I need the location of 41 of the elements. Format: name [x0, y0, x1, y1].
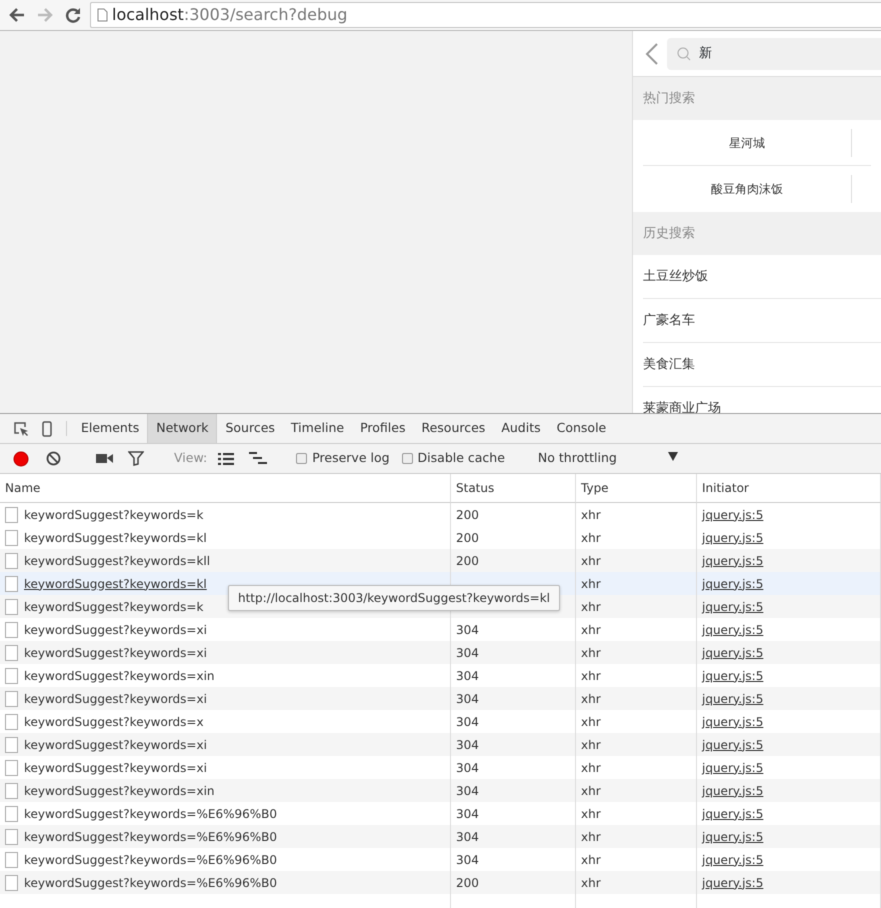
table-cell-text: xhr [581, 622, 601, 638]
table-cell-text: xhr [581, 576, 601, 592]
table-cell-text: 304 [456, 828, 479, 846]
table-cell-text: xhr [581, 644, 601, 662]
url-text: :3003/search?debug [184, 5, 348, 24]
table-cell-text: 200 [456, 874, 479, 892]
table-cell-text: 200 [456, 552, 479, 570]
table-cell-text: xhr [581, 530, 601, 546]
table-cell-text: 304 [456, 806, 479, 822]
table-cell-text: 304 [456, 736, 479, 754]
table-cell-text: xhr [581, 668, 601, 684]
url-text: localhost [112, 5, 184, 24]
table-cell-text: xhr [581, 806, 601, 822]
table-cell-text: xhr [581, 828, 601, 846]
table-cell-text: xhr [581, 506, 601, 524]
section-title: 热门搜索 [642, 90, 696, 108]
table-cell-text: xhr [581, 552, 601, 570]
table-cell-text: 304 [456, 714, 479, 730]
table-cell-text: 304 [456, 644, 479, 662]
table-cell-text: xhr [581, 598, 601, 616]
table-cell-text: xhr [581, 852, 601, 868]
table-cell-text: 304 [456, 622, 479, 638]
table-cell-text: xhr [581, 874, 601, 892]
search-value: 新 [699, 44, 712, 63]
section-title: 历史搜索 [642, 224, 696, 243]
table-cell-text: 304 [456, 668, 479, 684]
table-cell-text: xhr [581, 760, 601, 776]
table-cell-text: 200 [456, 530, 479, 546]
table-cell-text: xhr [581, 690, 601, 708]
table-cell-text: 304 [456, 690, 479, 708]
view-label: View: [174, 449, 208, 468]
checkbox-label: Disable cache [418, 449, 505, 468]
tooltip: http://localhost:3003/keywordSuggest?keywords=kl [228, 585, 560, 611]
table-cell-text: xhr [581, 736, 601, 754]
table-cell-text: 304 [456, 852, 479, 868]
checkbox-label: Preserve log [312, 449, 390, 468]
table-cell-text: xhr [581, 782, 601, 800]
table-cell-text: 200 [456, 506, 479, 524]
table-cell-text: xhr [581, 714, 601, 730]
table-cell-text: 304 [456, 782, 479, 800]
table-cell-text: 304 [456, 760, 479, 776]
